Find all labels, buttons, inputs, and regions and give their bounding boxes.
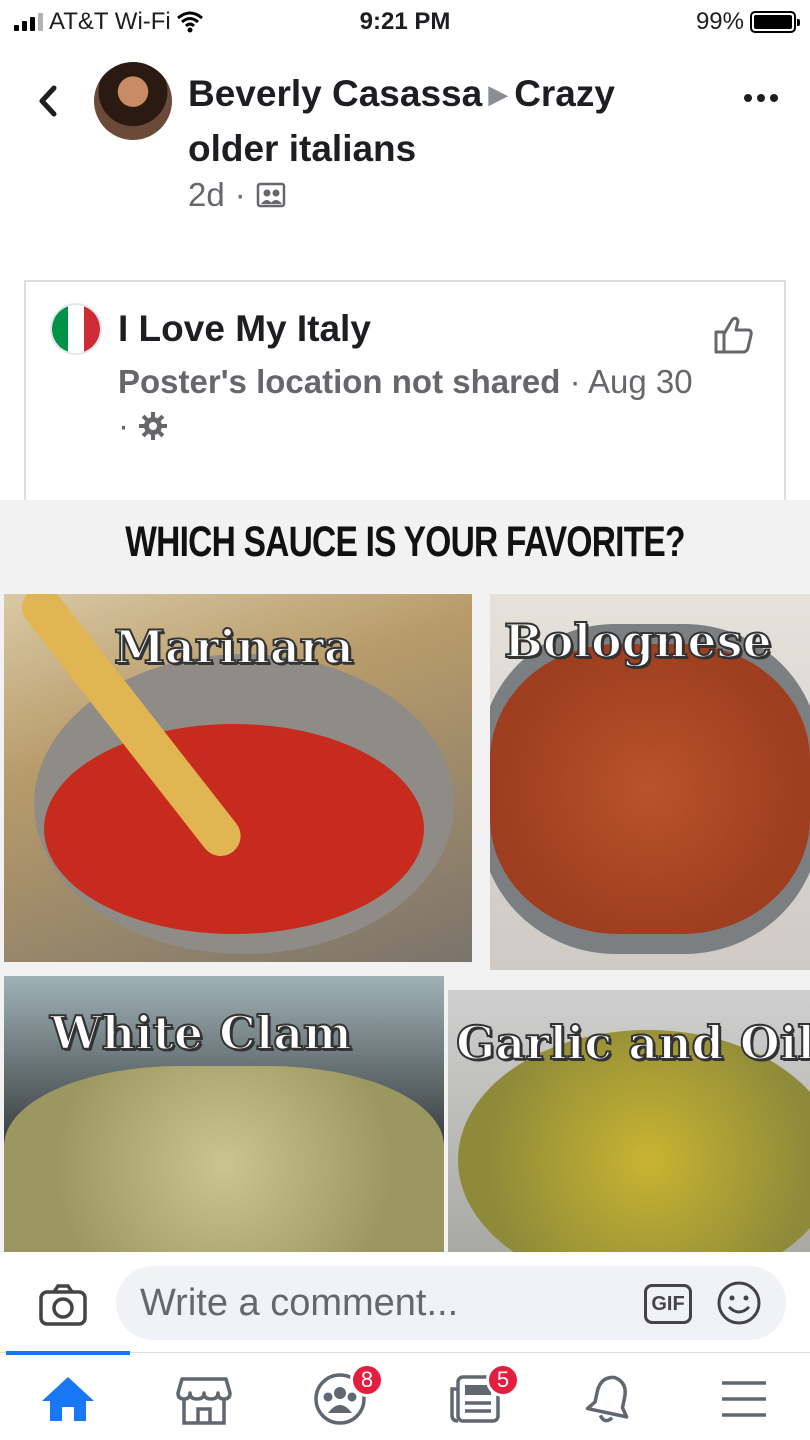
menu-icon[interactable]	[714, 1371, 774, 1427]
meta-separator: ·	[234, 176, 246, 213]
author-name[interactable]: Beverly Casassa	[188, 73, 482, 114]
gif-icon[interactable]: GIF	[644, 1284, 692, 1324]
groups-tab[interactable]: 8	[310, 1363, 384, 1427]
like-icon[interactable]	[712, 312, 756, 356]
home-icon[interactable]	[38, 1371, 98, 1427]
status-bar: AT&T Wi-Fi 9:21 PM 99%	[0, 0, 810, 40]
settings-gear-icon	[139, 412, 168, 440]
white-clam-panel: White Clam	[4, 976, 444, 1252]
emoji-icon[interactable]	[716, 1280, 762, 1326]
post-meta: 2d ·	[188, 176, 286, 214]
news-tab[interactable]: 5	[446, 1363, 520, 1427]
panel-label: White Clam	[49, 1005, 353, 1061]
post-author-line: Beverly Casassa ▶ Crazy older italians	[188, 68, 688, 175]
shared-date[interactable]: Aug 30	[588, 363, 693, 400]
bottom-tab-bar: 8 5	[0, 1351, 810, 1440]
groups-badge: 8	[350, 1363, 384, 1397]
battery-icon	[750, 11, 800, 33]
marketplace-icon[interactable]	[174, 1371, 234, 1427]
active-tab-indicator	[6, 1351, 130, 1355]
avatar[interactable]	[94, 62, 172, 140]
location-text: Poster's location not shared	[118, 363, 561, 400]
news-badge: 5	[486, 1363, 520, 1397]
clock: 9:21 PM	[359, 8, 451, 35]
share-arrow-icon: ▶	[488, 79, 509, 109]
panel-label: Garlic and Oil	[455, 1015, 810, 1071]
page-avatar-flag-icon[interactable]	[50, 303, 102, 355]
battery-percent: 99%	[695, 8, 744, 35]
bolognese-panel: Bolognese	[490, 594, 810, 970]
more-options-icon[interactable]	[744, 94, 778, 102]
marinara-panel: Marinara	[4, 594, 472, 962]
panel-label: Marinara	[113, 619, 355, 675]
shared-page-name[interactable]: I Love My Italy	[118, 308, 371, 350]
post-age[interactable]: 2d	[188, 176, 225, 214]
shared-post-meta: Poster's location not shared · Aug 30 ·	[118, 363, 693, 444]
panel-label: Bolognese	[503, 613, 773, 669]
battery-info: 99%	[695, 8, 800, 36]
camera-icon[interactable]	[38, 1282, 88, 1328]
back-chevron-icon[interactable]	[30, 78, 66, 124]
comment-bar: Write a comment... GIF	[0, 1252, 810, 1352]
post-image[interactable]: WHICH SAUCE IS YOUR FAVORITE? Marinara B…	[0, 500, 810, 1252]
image-title: WHICH SAUCE IS YOUR FAVORITE?	[125, 518, 685, 566]
bell-icon[interactable]	[580, 1371, 640, 1427]
photo-album-icon	[256, 182, 285, 208]
garlic-oil-panel: Garlic and Oil	[448, 990, 810, 1252]
